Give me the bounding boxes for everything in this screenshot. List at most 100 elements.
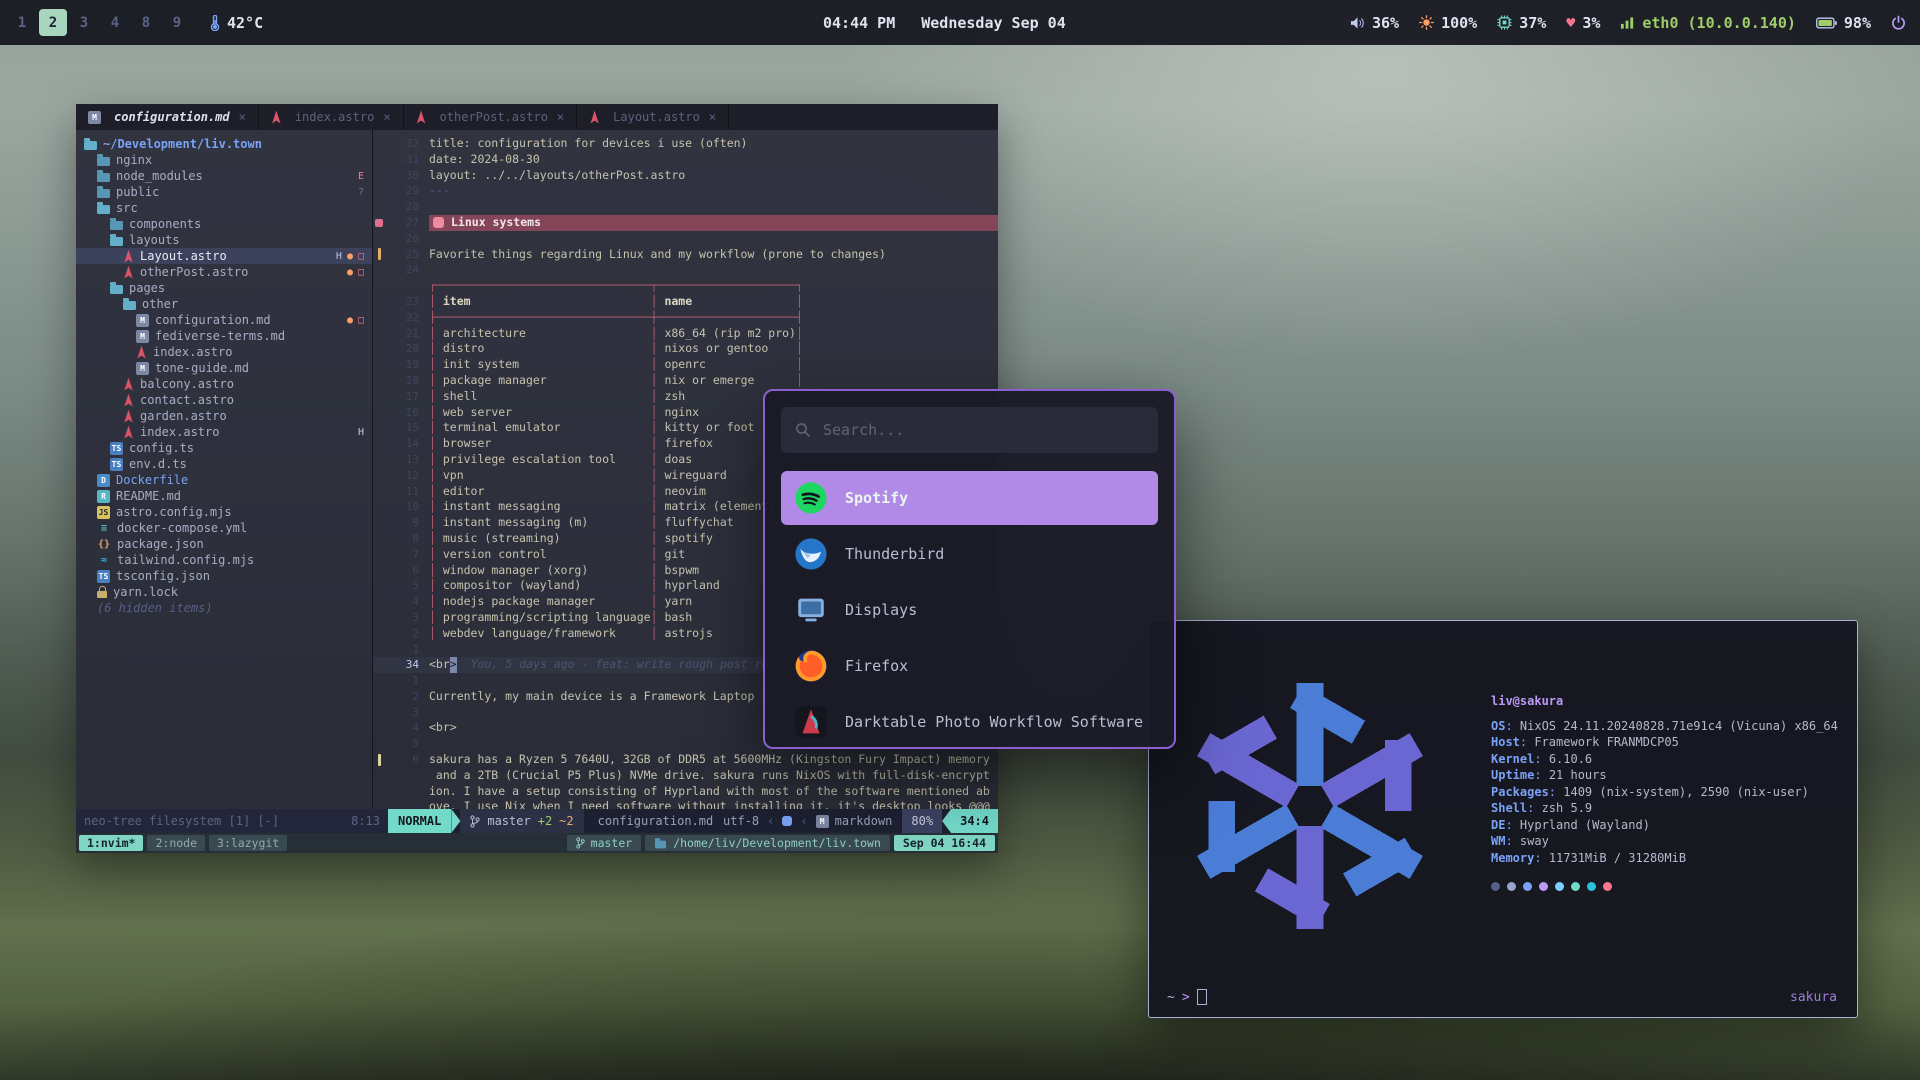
mode-indicator: NORMAL	[388, 809, 451, 833]
ts-icon: TS	[110, 442, 123, 455]
tab-otherPost.astro[interactable]: otherPost.astro ×	[404, 104, 578, 130]
tree-item-env.d.ts[interactable]: TSenv.d.ts	[76, 456, 372, 472]
tree-item-index.astro[interactable]: index.astro	[76, 344, 372, 360]
tree-item-tailwind.config.mjs[interactable]: ≈tailwind.config.mjs	[76, 552, 372, 568]
tree-item-public[interactable]: public?	[76, 184, 372, 200]
tree-item-garden.astro[interactable]: garden.astro	[76, 408, 372, 424]
tmux-window-2:node[interactable]: 2:node	[147, 835, 205, 851]
tree-item-index.astro[interactable]: index.astroH	[76, 424, 372, 440]
workspace-9[interactable]: 9	[163, 9, 191, 36]
tree-item-label: README.md	[116, 489, 181, 503]
folder-icon	[97, 157, 110, 166]
launcher-item-Thunderbird[interactable]: Thunderbird	[781, 527, 1158, 581]
tree-item-label: env.d.ts	[129, 457, 187, 471]
launcher-item-Spotify[interactable]: Spotify	[781, 471, 1158, 525]
tree-item-markers: E	[358, 171, 364, 182]
tree-item-astro.config.mjs[interactable]: JSastro.config.mjs	[76, 504, 372, 520]
tab-label: otherPost.astro	[440, 110, 548, 124]
launcher-item-Displays[interactable]: Displays	[781, 583, 1158, 637]
tree-item-README.md[interactable]: RREADME.md	[76, 488, 372, 504]
terminal-window[interactable]: liv@sakura OS: NixOS 24.11.20240828.71e9…	[1148, 620, 1858, 1018]
app-launcher[interactable]: SpotifyThunderbirdDisplaysFirefox Darktab…	[763, 389, 1176, 749]
workspace-2[interactable]: 2	[39, 9, 67, 36]
buffer-line: and a 2TB (Crucial P5 Plus) NVMe drive. …	[373, 768, 998, 784]
workspace-1[interactable]: 1	[8, 9, 36, 36]
folder-open-icon	[110, 237, 123, 246]
tree-item-label: Dockerfile	[116, 473, 188, 487]
workspace-8[interactable]: 8	[132, 9, 160, 36]
tree-item-tone-guide.md[interactable]: Mtone-guide.md	[76, 360, 372, 376]
search-bar[interactable]	[781, 407, 1158, 453]
tree-item-layouts[interactable]: layouts	[76, 232, 372, 248]
tree-item-docker-compose.yml[interactable]: ≡docker-compose.yml	[76, 520, 372, 536]
fetch-line-memory: Memory: 11731MiB / 31280MiB	[1491, 850, 1838, 867]
tree-item-components[interactable]: components	[76, 216, 372, 232]
tree-item-fediverse-terms.md[interactable]: Mfediverse-terms.md	[76, 328, 372, 344]
tree-item-src[interactable]: src	[76, 200, 372, 216]
battery-module[interactable]: 98%	[1816, 14, 1871, 32]
clock-module[interactable]: 04:44 PM Wednesday Sep 04	[823, 0, 1066, 45]
line-number: 23	[385, 294, 429, 310]
cpu-value: 37%	[1519, 14, 1546, 32]
tree-item-pages[interactable]: pages	[76, 280, 372, 296]
tab-label: index.astro	[295, 110, 374, 124]
search-input[interactable]	[821, 420, 1144, 440]
load-module[interactable]: ♥ 3%	[1566, 14, 1600, 32]
workspace-3[interactable]: 3	[70, 9, 98, 36]
shell-prompt[interactable]: ~ >	[1167, 989, 1207, 1005]
tree-item-other[interactable]: other	[76, 296, 372, 312]
tree-item-package.json[interactable]: {}package.json	[76, 536, 372, 552]
buffer-line: 26	[373, 231, 998, 247]
tree-item-configuration.md[interactable]: Mconfiguration.md●□	[76, 312, 372, 328]
tab-index.astro[interactable]: index.astro ×	[259, 104, 404, 130]
close-icon[interactable]: ×	[709, 110, 716, 124]
launcher-item-label: Darktable Photo Workflow Software	[845, 713, 1143, 731]
palette-dot	[1539, 882, 1548, 891]
brightness-module[interactable]: 100%	[1419, 14, 1477, 32]
volume-module[interactable]: 36%	[1350, 14, 1399, 32]
cpu-module[interactable]: 37%	[1497, 14, 1546, 32]
close-icon[interactable]: ×	[557, 110, 564, 124]
temperature-module[interactable]: 42°C	[209, 14, 263, 32]
tree-item-label: pages	[129, 281, 165, 295]
line-number: 3	[385, 705, 429, 721]
tree-item-~/Development/liv.town[interactable]: ~/Development/liv.town	[76, 136, 372, 152]
tree-item-label: configuration.md	[155, 313, 271, 327]
workspace-4[interactable]: 4	[101, 9, 129, 36]
tree-item-balcony.astro[interactable]: balcony.astro	[76, 376, 372, 392]
folder-icon	[97, 189, 110, 198]
tree-item-yarn.lock[interactable]: yarn.lock	[76, 584, 372, 600]
tmux-window-3:lazygit[interactable]: 3:lazygit	[209, 835, 287, 851]
tree-item-(6 hidden items)[interactable]: (6 hidden items)	[76, 600, 372, 616]
tree-item-otherPost.astro[interactable]: otherPost.astro●□	[76, 264, 372, 280]
tree-item-label: public	[116, 185, 159, 199]
close-icon[interactable]: ×	[383, 110, 390, 124]
tmux-windows: 1:nvim*2:node3:lazygit	[79, 835, 287, 851]
launcher-item-Firefox[interactable]: Firefox	[781, 639, 1158, 693]
tab-Layout.astro[interactable]: Layout.astro×	[577, 104, 729, 130]
fetch-line-packages: Packages: 1409 (nix-system), 2590 (nix-u…	[1491, 784, 1838, 801]
tree-item-label: tsconfig.json	[116, 569, 210, 583]
tree-item-Layout.astro[interactable]: Layout.astroH●□	[76, 248, 372, 264]
tmux-window-1:nvim*[interactable]: 1:nvim*	[79, 835, 143, 851]
tab-configuration.md[interactable]: Mconfiguration.md×	[76, 104, 259, 130]
firefox-icon	[793, 648, 829, 684]
git-blame-text: You, 5 days ago - feat: write rough post…	[471, 657, 769, 673]
buffer-line: ┌───────────────────────────────┬───────…	[373, 278, 998, 294]
tree-item-config.ts[interactable]: TSconfig.ts	[76, 440, 372, 456]
nixos-logo	[1169, 656, 1451, 956]
yml-icon: ≡	[97, 522, 111, 535]
launcher-item-Darktable Photo Workflow Software[interactable]: Darktable Photo Workflow Software	[781, 695, 1158, 749]
power-button[interactable]	[1891, 15, 1906, 30]
tree-item-label: contact.astro	[140, 393, 234, 407]
tree-item-contact.astro[interactable]: contact.astro	[76, 392, 372, 408]
file-tree[interactable]: ~/Development/liv.townnginxnode_modulesE…	[76, 130, 373, 809]
close-icon[interactable]: ×	[239, 110, 246, 124]
tree-item-nginx[interactable]: nginx	[76, 152, 372, 168]
markdown-icon: M	[136, 330, 149, 343]
tree-item-tsconfig.json[interactable]: TStsconfig.json	[76, 568, 372, 584]
git-branch-icon	[470, 815, 480, 828]
tree-item-Dockerfile[interactable]: DDockerfile	[76, 472, 372, 488]
tree-item-node_modules[interactable]: node_modulesE	[76, 168, 372, 184]
network-module[interactable]: eth0 (10.0.0.140)	[1620, 14, 1796, 32]
